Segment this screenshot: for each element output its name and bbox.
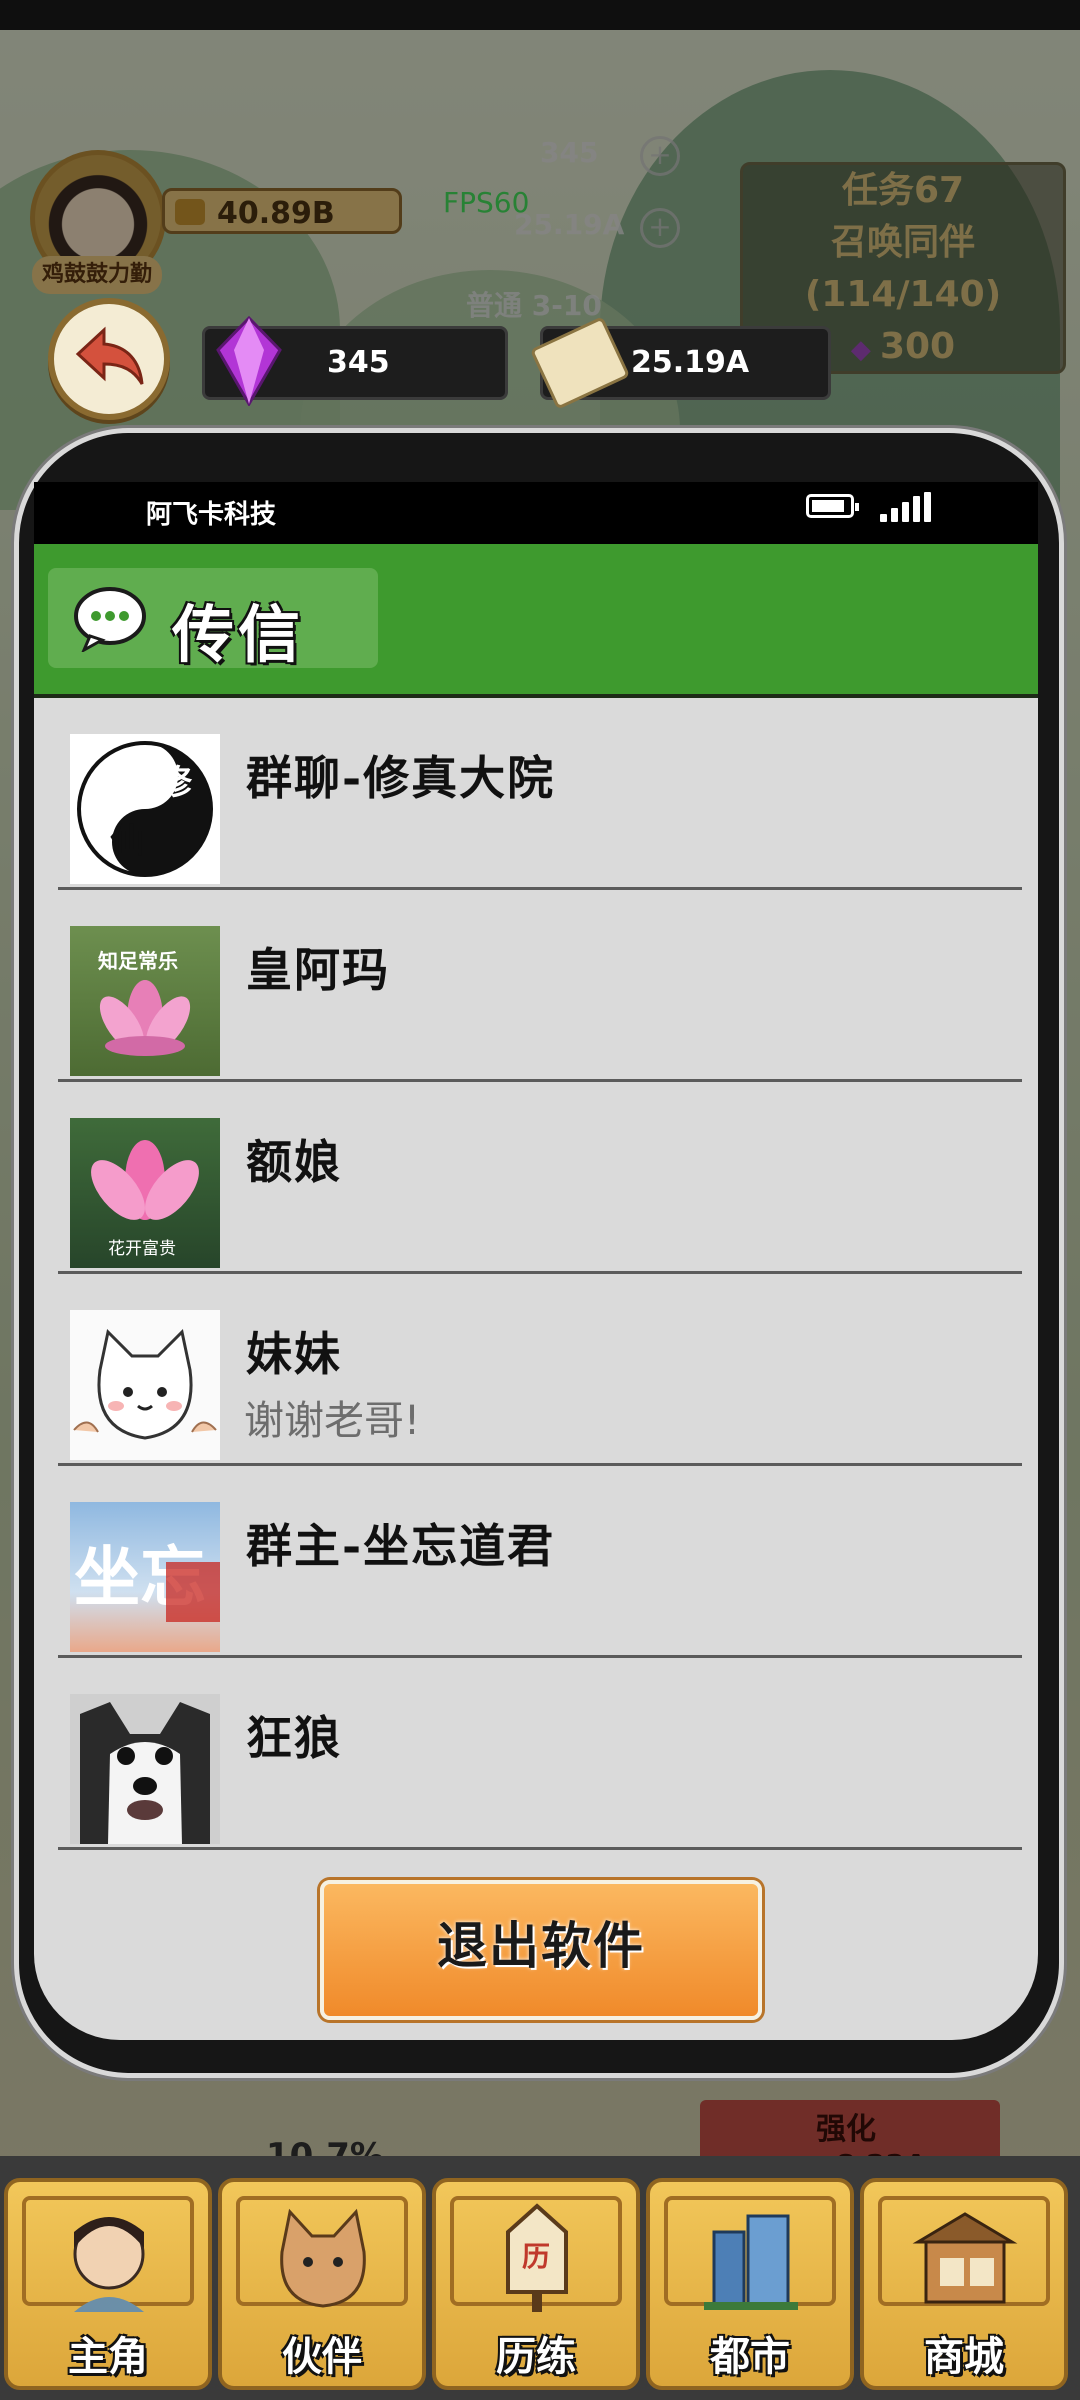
calligraphy-icon: 坐忘 [74,1538,220,1622]
contact-name: 狂狼 [246,1711,342,1765]
cat-icon [280,2208,366,2308]
contact-list: 修 仙 群聊-修真大院 知足常乐 皇阿玛 花开富贵 额娘 妹妹 谢谢老哥! 坐忘… [58,698,1022,1850]
contact-message: 谢谢老哥! [244,1398,421,1444]
signal-icon [880,492,932,522]
contact-name: 群聊-修真大院 [246,751,556,805]
bottom-nav: 主角 伙伴 历 历练 都市 商城 [0,2156,1080,2400]
carrier-name: 阿飞卡科技 [146,500,277,530]
contact-item[interactable]: 坐忘 群主-坐忘道君 [58,1466,1022,1658]
city-icon [704,2214,798,2310]
contact-item[interactable]: 修 仙 群聊-修真大院 [58,698,1022,890]
nav-tab-partner[interactable]: 伙伴 [218,2178,426,2390]
app-header: 传信 [34,544,1038,698]
avatar-text: 仙 [110,821,144,861]
nav-tab-hero[interactable]: 主角 [4,2178,212,2390]
back-button[interactable] [48,298,170,420]
nav-label: 历练 [496,2333,576,2380]
back-arrow-icon [75,326,144,385]
cash-value: 25.19A [631,345,750,380]
app-title: 传信 [172,598,305,671]
nav-tab-city[interactable]: 都市 [646,2178,854,2390]
nav-label: 主角 [68,2333,148,2380]
husky-icon [80,1702,210,1844]
pink-flower-avatar: 花开富贵 [70,1118,220,1268]
nav-label: 都市 [710,2333,790,2380]
contact-item[interactable]: 狂狼 [58,1658,1022,1850]
chat-bubble-icon [74,587,146,652]
app-title-box: 传信 [48,568,378,671]
yin-yang-icon: 修 仙 [77,741,213,877]
cat-avatar [70,1310,220,1460]
phone-screen: 阿飞卡科技 传信 修 仙 群聊-修真大院 知足常乐 皇阿玛 花开富贵 额娘 妹妹… [34,482,1038,2040]
exit-app-button[interactable]: 退出软件 [320,1880,762,2020]
flower-icon: 花开富贵 [91,1140,199,1259]
white-cat-icon [73,1328,217,1440]
battery-icon [806,494,859,518]
phone-status-bar: 阿飞卡科技 [34,482,1038,544]
avatar-text: 修 [157,763,193,803]
svg-text:历: 历 [522,2240,550,2273]
nav-label: 商城 [924,2333,1004,2380]
contact-item[interactable]: 知足常乐 皇阿玛 [58,890,1022,1082]
contact-item[interactable]: 花开富贵 额娘 [58,1082,1022,1274]
hero-icon [73,2217,145,2312]
avatar-text: 知足常乐 [98,949,178,973]
training-sign-icon: 历 [506,2203,568,2312]
nav-tab-shop[interactable]: 商城 [860,2178,1068,2390]
avatar-text: 花开富贵 [108,1239,176,1259]
calligraphy-avatar: 坐忘 [70,1502,220,1652]
gem-value: 345 [327,345,390,380]
yin-yang-avatar: 修 仙 [70,734,220,884]
lotus-avatar: 知足常乐 [70,926,220,1076]
contact-name: 群主-坐忘道君 [246,1519,556,1573]
husky-avatar [70,1694,220,1844]
contact-name: 额娘 [246,1135,342,1189]
nav-label: 伙伴 [282,2333,362,2380]
contact-item[interactable]: 妹妹 谢谢老哥! [58,1274,1022,1466]
lotus-icon: 知足常乐 [98,949,191,1056]
contact-name: 妹妹 [246,1327,342,1381]
purple-gem-icon [216,316,282,406]
contact-name: 皇阿玛 [246,943,390,997]
shop-icon [912,2212,1018,2304]
nav-tab-training[interactable]: 历 历练 [432,2178,640,2390]
